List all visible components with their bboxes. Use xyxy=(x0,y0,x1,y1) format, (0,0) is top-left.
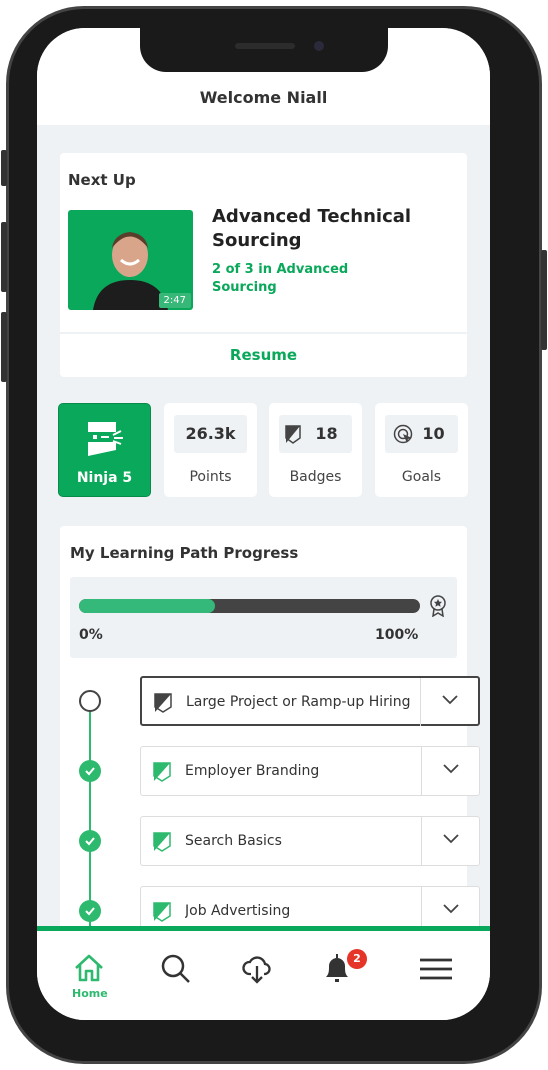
resume-button[interactable]: Resume xyxy=(60,332,467,377)
award-icon xyxy=(430,595,446,617)
badge-icon xyxy=(153,762,171,782)
stat-badges[interactable]: 18 Badges xyxy=(269,403,362,497)
course-thumbnail[interactable]: 2:47 xyxy=(68,210,193,310)
search-icon[interactable] xyxy=(160,953,192,985)
nav-notifications[interactable]: 2 xyxy=(322,949,367,989)
completed-check-icon xyxy=(79,760,101,782)
learning-path-item[interactable]: Large Project or Ramp-up Hiring xyxy=(140,676,480,726)
screen: Welcome Niall Next Up 2:47 Advanced Tech… xyxy=(37,28,490,1020)
stat-goals[interactable]: 10 Goals xyxy=(375,403,468,497)
learning-path-item[interactable]: Search Basics xyxy=(140,816,480,866)
mute-button xyxy=(1,150,7,186)
learning-path-item[interactable]: Employer Branding xyxy=(140,746,480,796)
expand-button[interactable] xyxy=(421,747,479,795)
bottom-nav: Home 2 xyxy=(37,926,490,1020)
cloud-download-icon[interactable] xyxy=(241,953,273,985)
notification-badge: 2 xyxy=(347,949,367,969)
badge-icon xyxy=(154,693,172,713)
nav-home-label: Home xyxy=(72,987,108,1000)
badge-icon xyxy=(153,902,171,922)
badge-icon xyxy=(285,425,301,444)
completed-check-icon xyxy=(79,900,101,922)
progress-panel: 0% 100% xyxy=(70,577,457,658)
item-title: Job Advertising xyxy=(185,903,291,919)
chevron-down-icon xyxy=(443,834,459,844)
rank-label: Ninja 5 xyxy=(76,470,133,486)
goals-count: 10 xyxy=(422,424,445,443)
badge-icon xyxy=(153,832,171,852)
learning-path-card: My Learning Path Progress 0% 100% Large … xyxy=(60,526,480,951)
badges-count: 18 xyxy=(315,424,338,443)
notch xyxy=(140,28,388,72)
course-title[interactable]: Advanced Technical Sourcing xyxy=(212,205,452,253)
incomplete-circle-icon xyxy=(79,690,101,712)
item-title: Large Project or Ramp-up Hiring xyxy=(186,694,411,710)
chevron-down-icon xyxy=(443,904,459,914)
power-button xyxy=(541,250,547,350)
volume-down-button xyxy=(1,312,7,382)
stat-points[interactable]: 26.3k Points xyxy=(164,403,257,497)
expand-button[interactable] xyxy=(421,817,479,865)
goals-value: 10 xyxy=(385,415,458,453)
ninja-icon xyxy=(88,422,123,456)
progress-max-label: 100% xyxy=(375,627,419,643)
volume-up-button xyxy=(1,222,7,292)
next-up-card: Next Up 2:47 Advanced Technical Sourcing… xyxy=(60,153,467,377)
item-title: Employer Branding xyxy=(185,763,320,779)
stat-rank[interactable]: Ninja 5 xyxy=(58,403,151,497)
target-icon xyxy=(393,424,413,444)
completed-check-icon xyxy=(79,830,101,852)
duration-label: 2:47 xyxy=(158,293,191,308)
next-up-heading: Next Up xyxy=(68,171,136,189)
points-label: Points xyxy=(189,469,232,485)
menu-icon[interactable] xyxy=(419,958,453,980)
progress-bar xyxy=(79,599,420,613)
item-title: Search Basics xyxy=(185,833,282,849)
progress-fill xyxy=(79,599,216,613)
chevron-down-icon xyxy=(443,764,459,774)
home-icon xyxy=(75,954,103,982)
badges-value: 18 xyxy=(279,415,352,453)
progress-min-label: 0% xyxy=(79,627,103,643)
badges-label: Badges xyxy=(289,469,342,485)
chevron-down-icon xyxy=(442,695,458,705)
points-value: 26.3k xyxy=(174,415,247,453)
expand-button[interactable] xyxy=(420,678,478,726)
learning-path-heading: My Learning Path Progress xyxy=(70,544,299,562)
goals-label: Goals xyxy=(401,469,442,485)
course-subtitle: 2 of 3 in Advanced Sourcing xyxy=(212,262,349,295)
nav-home[interactable]: Home xyxy=(72,953,108,1000)
page-title: Welcome Niall xyxy=(199,88,328,107)
